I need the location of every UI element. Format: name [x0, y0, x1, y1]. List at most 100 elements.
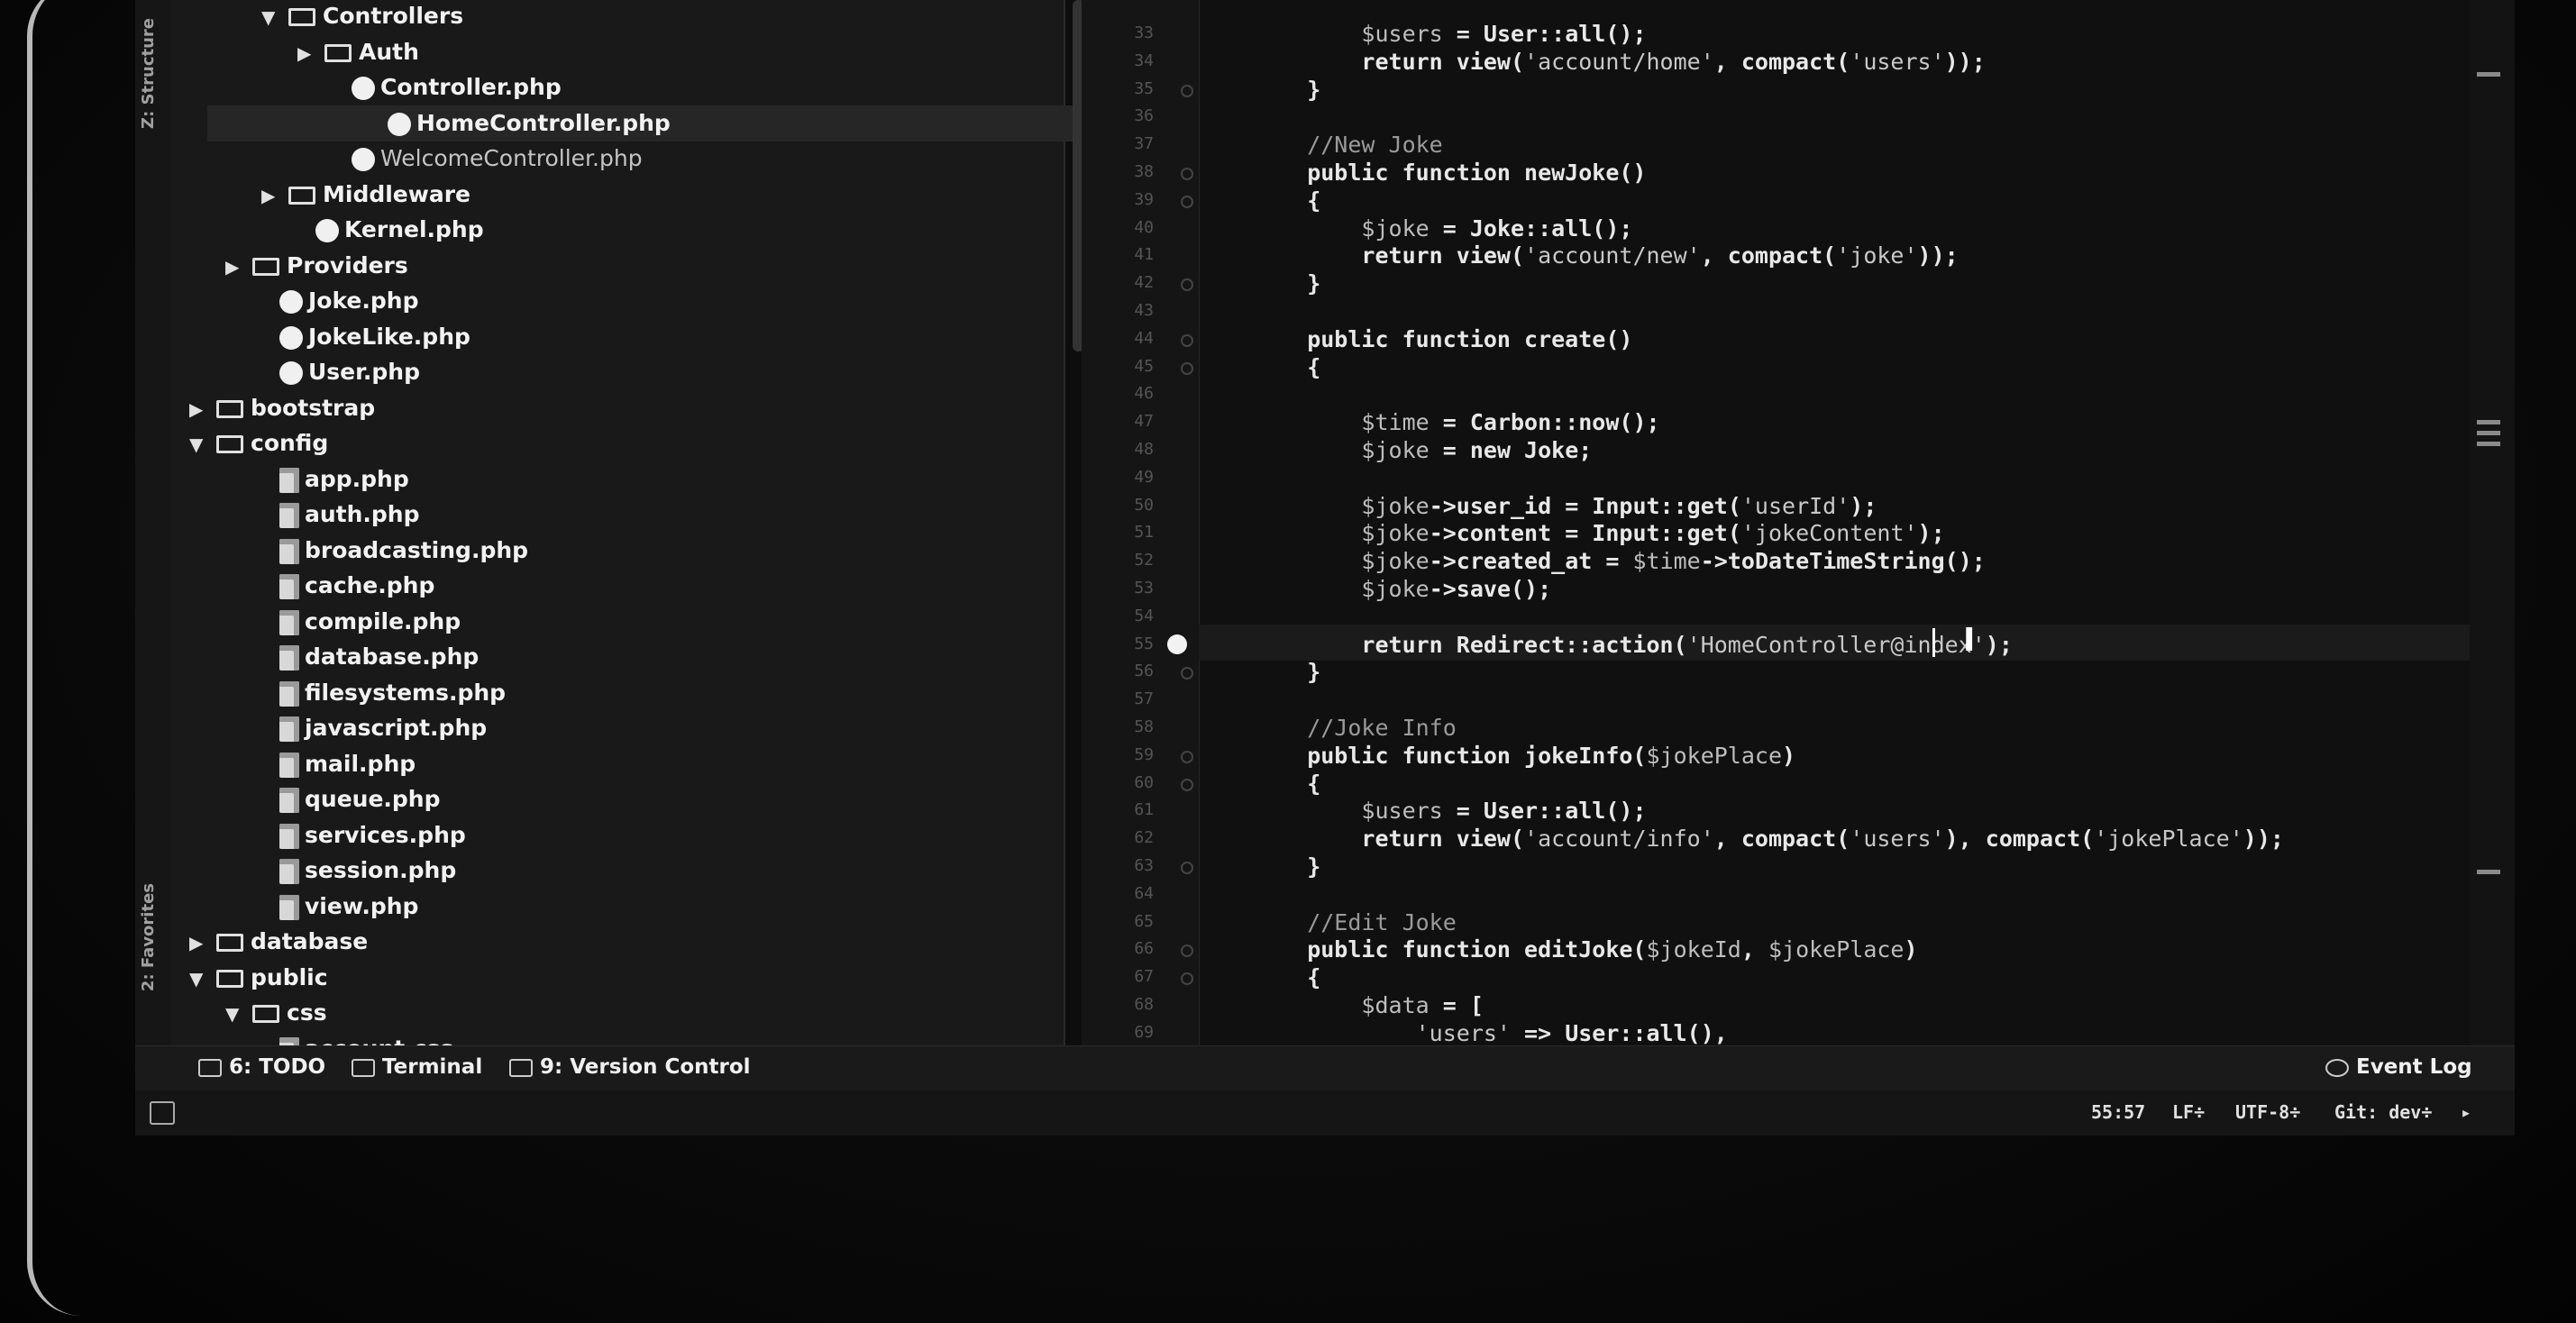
- line-number[interactable]: 43: [1100, 301, 1154, 320]
- fold-marker-icon[interactable]: [1181, 361, 1193, 375]
- tree-item[interactable]: Controller.php: [352, 69, 562, 105]
- expand-right-icon[interactable]: ▶: [189, 925, 216, 961]
- line-number[interactable]: 68: [1100, 995, 1154, 1014]
- todo-tab[interactable]: 6: TODO: [198, 1055, 325, 1079]
- tree-item[interactable]: cache.php: [279, 568, 434, 604]
- code-line[interactable]: }: [1253, 268, 1320, 300]
- line-number[interactable]: 69: [1100, 1023, 1154, 1042]
- expand-right-icon[interactable]: ▶: [261, 178, 288, 214]
- line-number[interactable]: 52: [1100, 551, 1154, 570]
- code-line[interactable]: return view('account/info', compact('use…: [1253, 823, 2284, 855]
- line-number[interactable]: 67: [1100, 967, 1154, 986]
- line-number[interactable]: 37: [1100, 134, 1154, 153]
- tree-item[interactable]: auth.php: [279, 497, 420, 533]
- tree-item[interactable]: services.php: [279, 817, 466, 853]
- stripe-mark[interactable]: [2477, 431, 2500, 435]
- fold-marker-icon[interactable]: [1181, 168, 1193, 180]
- fold-marker-icon[interactable]: [1181, 84, 1193, 97]
- line-number[interactable]: 53: [1100, 579, 1154, 598]
- terminal-tab[interactable]: Terminal: [352, 1055, 482, 1079]
- code-line[interactable]: $joke = new Joke;: [1253, 434, 1592, 467]
- code-line[interactable]: }: [1253, 74, 1320, 106]
- fold-marker-icon[interactable]: [1181, 667, 1193, 680]
- tree-item[interactable]: ▼ public: [189, 960, 328, 996]
- line-number[interactable]: 63: [1100, 856, 1154, 875]
- line-number[interactable]: 56: [1100, 662, 1154, 680]
- code-line[interactable]: public function jokeInfo($jokePlace): [1253, 740, 1795, 772]
- tree-item[interactable]: ▶ Middleware: [261, 177, 470, 213]
- line-number[interactable]: 51: [1100, 523, 1154, 542]
- tree-item[interactable]: Joke.php: [279, 283, 418, 319]
- line-number[interactable]: 39: [1100, 190, 1154, 209]
- code-line[interactable]: return Redirect::action('HomeController@…: [1253, 629, 2012, 662]
- tree-item[interactable]: ▼ config: [189, 425, 328, 461]
- line-number[interactable]: 59: [1100, 745, 1154, 764]
- code-line[interactable]: return view('account/new', compact('joke…: [1253, 240, 1958, 272]
- stripe-mark[interactable]: [2477, 420, 2500, 424]
- line-number[interactable]: 48: [1100, 440, 1154, 459]
- line-number[interactable]: 47: [1100, 412, 1154, 431]
- line-number[interactable]: 50: [1100, 496, 1154, 515]
- error-stripe[interactable]: [2470, 0, 2515, 1045]
- favorites-tab[interactable]: 2: Favorites: [139, 883, 158, 991]
- version-control-tab[interactable]: 9: Version Control: [509, 1055, 751, 1079]
- tree-item[interactable]: User.php: [279, 354, 420, 390]
- line-number[interactable]: 44: [1100, 329, 1154, 348]
- tree-item[interactable]: filesystems.php: [279, 675, 506, 711]
- fold-marker-icon[interactable]: [1181, 195, 1193, 208]
- tree-item[interactable]: ▶ database: [189, 924, 368, 960]
- line-number[interactable]: 41: [1100, 245, 1154, 264]
- tree-item[interactable]: compile.php: [279, 604, 461, 640]
- line-number[interactable]: 55: [1100, 634, 1154, 653]
- stripe-mark[interactable]: [2477, 442, 2500, 446]
- tree-item[interactable]: view.php: [279, 889, 418, 925]
- tree-item[interactable]: ▼ Controllers: [261, 0, 463, 34]
- structure-tab[interactable]: Z: Structure: [139, 18, 158, 129]
- tree-item[interactable]: database.php: [279, 639, 479, 675]
- fold-marker-icon[interactable]: [1181, 972, 1193, 986]
- expand-down-icon[interactable]: ▼: [189, 426, 216, 462]
- tree-item[interactable]: queue.php: [279, 781, 441, 817]
- expand-right-icon[interactable]: ▶: [225, 249, 252, 285]
- fold-marker-icon[interactable]: [1181, 333, 1193, 347]
- line-number[interactable]: 64: [1100, 884, 1154, 903]
- line-number[interactable]: 61: [1100, 800, 1154, 819]
- tree-item[interactable]: Kernel.php: [315, 212, 484, 248]
- tree-item[interactable]: ▶ Providers: [225, 248, 408, 284]
- code-line[interactable]: }: [1253, 656, 1320, 689]
- stripe-mark[interactable]: [2477, 870, 2500, 874]
- fold-marker-icon[interactable]: [1181, 750, 1193, 763]
- file-encoding[interactable]: UTF-8÷: [2235, 1101, 2300, 1123]
- line-number[interactable]: 65: [1100, 912, 1154, 931]
- expand-down-icon[interactable]: ▼: [189, 961, 216, 997]
- code-line[interactable]: $joke->save();: [1253, 573, 1551, 606]
- line-number[interactable]: 35: [1100, 79, 1154, 98]
- intention-bulb-icon[interactable]: [1167, 634, 1187, 654]
- code-line[interactable]: }: [1253, 851, 1320, 883]
- expand-down-icon[interactable]: ▼: [261, 0, 288, 35]
- event-log-tab[interactable]: Event Log: [2325, 1055, 2472, 1079]
- line-number[interactable]: 36: [1100, 106, 1154, 125]
- line-number[interactable]: 34: [1100, 51, 1154, 70]
- caret-position[interactable]: 55:57: [2091, 1101, 2145, 1123]
- tree-item[interactable]: app.php: [279, 461, 409, 497]
- line-number[interactable]: 38: [1100, 162, 1154, 181]
- line-number[interactable]: 62: [1100, 828, 1154, 847]
- line-number[interactable]: 57: [1100, 689, 1154, 708]
- tree-item[interactable]: ▼ css: [225, 995, 327, 1031]
- code-line[interactable]: return view('account/home', compact('use…: [1253, 46, 1985, 78]
- lock-icon[interactable]: ▸: [2461, 1101, 2471, 1123]
- tree-item[interactable]: session.php: [279, 853, 456, 889]
- code-line[interactable]: public function editJoke($jokeId, $jokeP…: [1253, 934, 1917, 966]
- fold-marker-icon[interactable]: [1181, 778, 1193, 791]
- line-number[interactable]: 60: [1100, 773, 1154, 792]
- fold-marker-icon[interactable]: [1181, 862, 1193, 874]
- tree-item[interactable]: broadcasting.php: [279, 533, 528, 569]
- expand-down-icon[interactable]: ▼: [225, 996, 252, 1032]
- line-number[interactable]: 54: [1100, 607, 1154, 625]
- tree-item[interactable]: WelcomeController.php: [352, 141, 643, 177]
- fold-marker-icon[interactable]: [1181, 944, 1193, 958]
- line-number[interactable]: 66: [1100, 939, 1154, 958]
- stripe-mark[interactable]: [2477, 72, 2500, 77]
- expand-right-icon[interactable]: ▶: [297, 35, 324, 71]
